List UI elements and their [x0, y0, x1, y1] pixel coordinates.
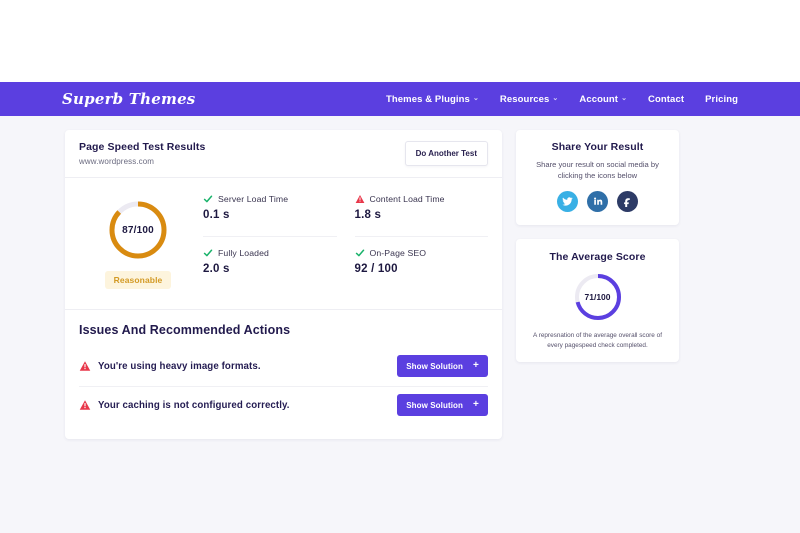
metric-header: On-Page SEO — [355, 248, 489, 258]
chevron-down-icon: ⌄ — [552, 95, 559, 102]
nav-item-contact[interactable]: Contact — [648, 94, 684, 105]
do-another-test-button[interactable]: Do Another Test — [404, 141, 488, 166]
linkedin-icon — [593, 197, 602, 206]
nav-item-pricing[interactable]: Pricing — [705, 94, 738, 105]
nav-label: Account — [579, 93, 619, 105]
tested-url: www.wordpress.com — [79, 157, 155, 166]
nav-item-resources[interactable]: Resources ⌄ — [500, 94, 558, 105]
nav-item-account[interactable]: Account ⌄ — [579, 94, 627, 105]
warning-triangle-icon — [79, 361, 91, 371]
page-top-whitespace — [0, 0, 800, 82]
metric-label: On-Page SEO — [369, 247, 427, 258]
site-header: Superb Themes Themes & Plugins ⌄ Resourc… — [0, 82, 800, 116]
results-card-header: Page Speed Test Results www.wordpress.co… — [65, 130, 502, 178]
metric-header: Content Load Time — [355, 194, 489, 204]
average-gauge-wrap: 71/100 — [526, 271, 669, 323]
share-facebook-button[interactable] — [617, 190, 638, 212]
warning-triangle-icon — [79, 400, 91, 410]
metric-label: Fully Loaded — [218, 247, 269, 258]
main-column: Page Speed Test Results www.wordpress.co… — [65, 130, 502, 439]
share-linkedin-button[interactable] — [587, 190, 608, 212]
score-rating-badge: Reasonable — [104, 271, 172, 289]
show-solution-label: Show Solution — [406, 361, 464, 371]
metric-value: 92 / 100 — [354, 262, 398, 275]
show-solution-button[interactable]: Show Solution + — [397, 394, 488, 416]
issue-content: Your caching is not configured correctly… — [79, 399, 290, 411]
nav-label: Resources — [499, 93, 550, 105]
metric-header: Fully Loaded — [203, 248, 337, 258]
show-solution-label: Show Solution — [406, 400, 464, 410]
metric-content-load-time: Content Load Time 1.8 s — [354, 194, 489, 237]
sidebar-column: Share Your Result Share your result on s… — [516, 130, 679, 362]
main-navigation: Themes & Plugins ⌄ Resources ⌄ Account ⌄… — [386, 94, 738, 105]
share-twitter-button[interactable] — [557, 190, 578, 212]
content-layout: Page Speed Test Results www.wordpress.co… — [0, 116, 800, 439]
issue-text: Your caching is not configured correctly… — [98, 399, 290, 411]
results-header-text: Page Speed Test Results www.wordpress.co… — [79, 141, 205, 166]
page-body: Page Speed Test Results www.wordpress.co… — [0, 116, 800, 533]
metric-on-page-seo: On-Page SEO 92 / 100 — [355, 248, 489, 290]
metric-server-load-time: Server Load Time 0.1 s — [203, 194, 337, 237]
nav-label: Themes & Plugins — [385, 93, 470, 105]
issues-section-title: Issues And Recommended Actions — [79, 323, 291, 337]
facebook-icon — [624, 198, 630, 207]
twitter-icon — [562, 197, 573, 206]
average-score-card: The Average Score 71/100 A represnation … — [516, 238, 679, 362]
issue-row: Your caching is not configured correctly… — [79, 386, 488, 423]
metric-value: 0.1 s — [203, 209, 230, 221]
share-result-card: Share Your Result Share your result on s… — [516, 130, 679, 225]
warning-triangle-icon — [355, 195, 364, 203]
check-icon — [203, 195, 213, 203]
overall-score-value: 87/100 — [122, 224, 154, 236]
nav-label: Contact — [648, 93, 685, 105]
score-summary-area: 87/100 Reasonable Server Load Time 0.1 s… — [65, 178, 502, 310]
share-card-subtitle: Share your result on social media by cli… — [536, 160, 659, 181]
check-icon — [355, 249, 364, 256]
page-speed-results-card: Page Speed Test Results www.wordpress.co… — [65, 130, 502, 439]
average-card-note: A represnation of the average overall sc… — [533, 331, 662, 349]
show-solution-button[interactable]: Show Solution + — [397, 355, 488, 377]
overall-score-gauge-wrap: 87/100 Reasonable — [79, 194, 197, 289]
average-score-gauge: 71/100 — [572, 271, 624, 323]
issue-text: You're using heavy image formats. — [98, 360, 261, 372]
nav-item-themes-plugins[interactable]: Themes & Plugins ⌄ — [386, 94, 479, 105]
metric-header: Server Load Time — [203, 194, 337, 204]
overall-score-gauge: 87/100 — [106, 198, 170, 262]
plus-icon: + — [473, 399, 479, 410]
social-share-buttons — [526, 190, 669, 212]
metric-value: 1.8 s — [354, 209, 382, 221]
chevron-down-icon: ⌄ — [472, 95, 479, 102]
metric-label: Server Load Time — [218, 194, 289, 204]
issue-row: You're using heavy image formats. Show S… — [79, 348, 488, 384]
issues-section: Issues And Recommended Actions You're us… — [65, 310, 502, 439]
check-icon — [203, 249, 213, 256]
share-card-title: Share Your Result — [551, 141, 644, 153]
metric-value: 2.0 s — [203, 262, 230, 275]
site-logo[interactable]: Superb Themes — [62, 90, 195, 108]
nav-label: Pricing — [705, 93, 738, 105]
average-card-title: The Average Score — [549, 250, 646, 263]
plus-icon: + — [473, 360, 479, 371]
chevron-down-icon: ⌄ — [621, 95, 628, 102]
metrics-grid: Server Load Time 0.1 s Content Load Time… — [197, 194, 488, 289]
average-score-value: 71/100 — [584, 291, 611, 302]
metric-fully-loaded: Fully Loaded 2.0 s — [203, 248, 337, 290]
app-screenshot: Superb Themes Themes & Plugins ⌄ Resourc… — [0, 0, 800, 533]
metric-label: Content Load Time — [369, 194, 445, 204]
issue-content: You're using heavy image formats. — [79, 360, 261, 372]
page-title: Page Speed Test Results — [79, 141, 206, 153]
